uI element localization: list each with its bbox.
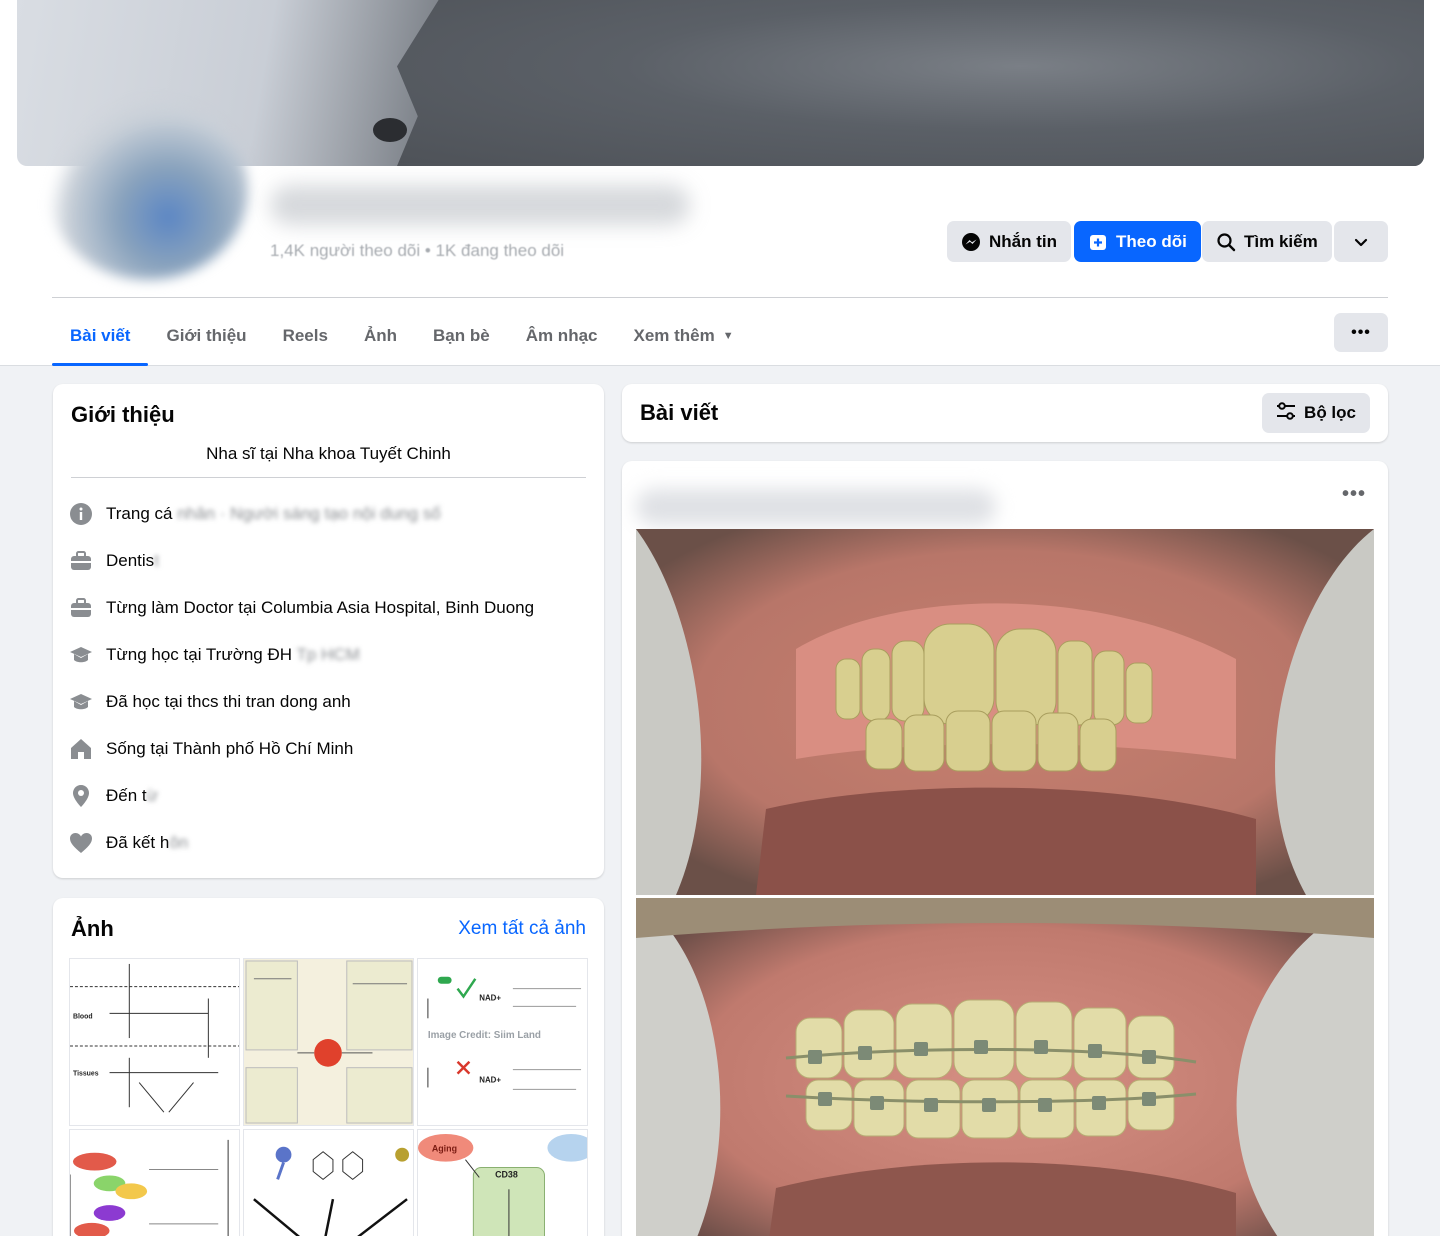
post-options-button[interactable]: ••• xyxy=(1342,483,1366,506)
intro-bio: Nha sĩ tại Nha khoa Tuyết Chinh xyxy=(206,444,451,463)
header-divider xyxy=(52,297,1388,298)
profile-header: 1,4K người theo dõi • 1K đang theo dõi N… xyxy=(0,0,1440,366)
graduation-cap-icon xyxy=(69,643,93,667)
intro-row-past-job: Từng làm Doctor tại Columbia Asia Hospit… xyxy=(69,596,534,620)
profile-name-blurred xyxy=(270,185,690,225)
intro-row-category: Trang cá nhân · Người sáng tạo nội dung … xyxy=(69,502,441,526)
photo-thumbnail[interactable]: Aging CD38 xyxy=(417,1129,588,1236)
ellipsis-icon: ••• xyxy=(1351,323,1371,341)
profile-options-button[interactable] xyxy=(1334,221,1388,262)
intro-row-text: Từng làm Doctor tại Columbia Asia Hospit… xyxy=(106,598,535,617)
thumb-label: Aging xyxy=(432,1144,457,1154)
messenger-icon xyxy=(961,232,981,252)
follower-count[interactable]: 1,4K người theo dõi • 1K đang theo dõi xyxy=(270,241,564,261)
photo-thumbnail[interactable] xyxy=(243,958,414,1126)
avatar[interactable] xyxy=(48,100,248,280)
thumb-label: Image Credit: Siim Land xyxy=(428,1030,541,1041)
briefcase-icon xyxy=(69,596,93,620)
follow-button[interactable]: Theo dõi xyxy=(1074,221,1201,262)
photo-thumbnail[interactable]: Image Credit: Siim Land NAD+ NAD+ xyxy=(417,958,588,1126)
location-pin-icon xyxy=(69,784,93,808)
search-icon xyxy=(1216,232,1236,252)
tab-posts[interactable]: Bài viết xyxy=(52,306,149,366)
post-author-blurred xyxy=(636,489,996,525)
filter-button[interactable]: Bộ lọc xyxy=(1262,393,1370,433)
intro-divider xyxy=(71,477,586,478)
intro-row-text: Dentis xyxy=(106,551,155,570)
intro-row-blurred: Tp HCM xyxy=(296,645,360,664)
chevron-down-icon xyxy=(1351,232,1371,252)
intro-row-from: Đến từ xyxy=(69,784,158,808)
heart-icon xyxy=(69,831,93,855)
intro-row-blurred: t xyxy=(154,551,159,570)
info-icon xyxy=(69,502,93,526)
message-label: Nhắn tin xyxy=(989,231,1057,251)
photo-thumbnail[interactable] xyxy=(243,1129,414,1236)
message-button[interactable]: Nhắn tin xyxy=(947,221,1071,262)
graduation-cap-icon xyxy=(69,690,93,714)
intro-row-lives-in: Sống tại Thành phố Hồ Chí Minh xyxy=(69,737,353,761)
intro-card: Giới thiệu Nha sĩ tại Nha khoa Tuyết Chi… xyxy=(53,384,604,878)
tab-more[interactable]: Xem thêm ▼ xyxy=(615,306,751,366)
intro-row-text: Đến t xyxy=(106,786,147,805)
see-all-photos-link[interactable]: Xem tất cả ảnh xyxy=(458,918,586,940)
tab-more-label: Xem thêm xyxy=(633,326,715,345)
intro-row-job: Dentist xyxy=(69,549,159,573)
tab-photos[interactable]: Ảnh xyxy=(346,306,415,366)
filter-label: Bộ lọc xyxy=(1304,403,1356,422)
intro-row-text: Trang cá xyxy=(106,504,173,523)
intro-row-text: Đã học tại thcs thi tran dong anh xyxy=(106,692,351,711)
thumb-label: Blood xyxy=(73,1013,93,1020)
thumb-label: Tissues xyxy=(73,1071,99,1078)
cover-dark-shape xyxy=(373,118,407,142)
tab-music[interactable]: Âm nhạc xyxy=(508,306,616,366)
photos-title: Ảnh xyxy=(71,916,114,941)
intro-row-blurred: ôn xyxy=(169,833,189,852)
thumb-label: NAD+ xyxy=(479,994,501,1003)
follow-icon xyxy=(1088,232,1108,252)
tab-reels[interactable]: Reels xyxy=(265,306,346,366)
briefcase-icon xyxy=(69,549,93,573)
search-button[interactable]: Tìm kiếm xyxy=(1202,221,1332,262)
tab-about[interactable]: Giới thiệu xyxy=(148,306,264,366)
profile-tabs: Bài viết Giới thiệu Reels Ảnh Bạn bè Âm … xyxy=(52,306,752,366)
post-photo-before[interactable] xyxy=(636,529,1374,895)
photo-thumbnail[interactable] xyxy=(69,1129,240,1236)
cover-rock-shape xyxy=(397,0,1424,166)
follow-label: Theo dõi xyxy=(1116,231,1187,251)
post-card: ••• xyxy=(622,461,1388,1236)
thumb-label: CD38 xyxy=(495,1169,518,1179)
intro-row-text: Đã kết h xyxy=(106,833,170,852)
filter-sliders-icon xyxy=(1276,401,1296,425)
home-icon xyxy=(69,737,93,761)
intro-row-school: Đã học tại thcs thi tran dong anh xyxy=(69,690,351,714)
tabs-overflow-button[interactable]: ••• xyxy=(1334,313,1388,352)
post-photo-after[interactable] xyxy=(636,898,1374,1236)
intro-title: Giới thiệu xyxy=(71,402,175,427)
ellipsis-icon: ••• xyxy=(1341,483,1366,505)
intro-row-text: Từng học tại Trường ĐH xyxy=(106,645,293,664)
intro-row-relationship: Đã kết hôn xyxy=(69,831,188,855)
intro-row-university: Từng học tại Trường ĐH Tp HCM xyxy=(69,643,360,667)
intro-row-blurred: nhân · Người sáng tạo nội dung số xyxy=(177,504,441,523)
thumb-label: NAD+ xyxy=(479,1076,501,1085)
photo-grid: Blood Tissues Image Credit: Siim Land NA… xyxy=(69,958,588,1236)
search-label: Tìm kiếm xyxy=(1244,231,1318,251)
caret-down-icon: ▼ xyxy=(722,330,734,342)
posts-title: Bài viết xyxy=(640,400,719,425)
intro-row-blurred: ừ xyxy=(146,786,159,805)
intro-row-text: Sống tại Thành phố Hồ Chí Minh xyxy=(106,739,354,758)
photos-card: Ảnh Xem tất cả ảnh Blood Tissues Image C… xyxy=(53,898,604,1236)
tab-friends[interactable]: Bạn bè xyxy=(415,306,508,366)
posts-header-card: Bài viết Bộ lọc xyxy=(622,384,1388,442)
photo-thumbnail[interactable]: Blood Tissues xyxy=(69,958,240,1126)
